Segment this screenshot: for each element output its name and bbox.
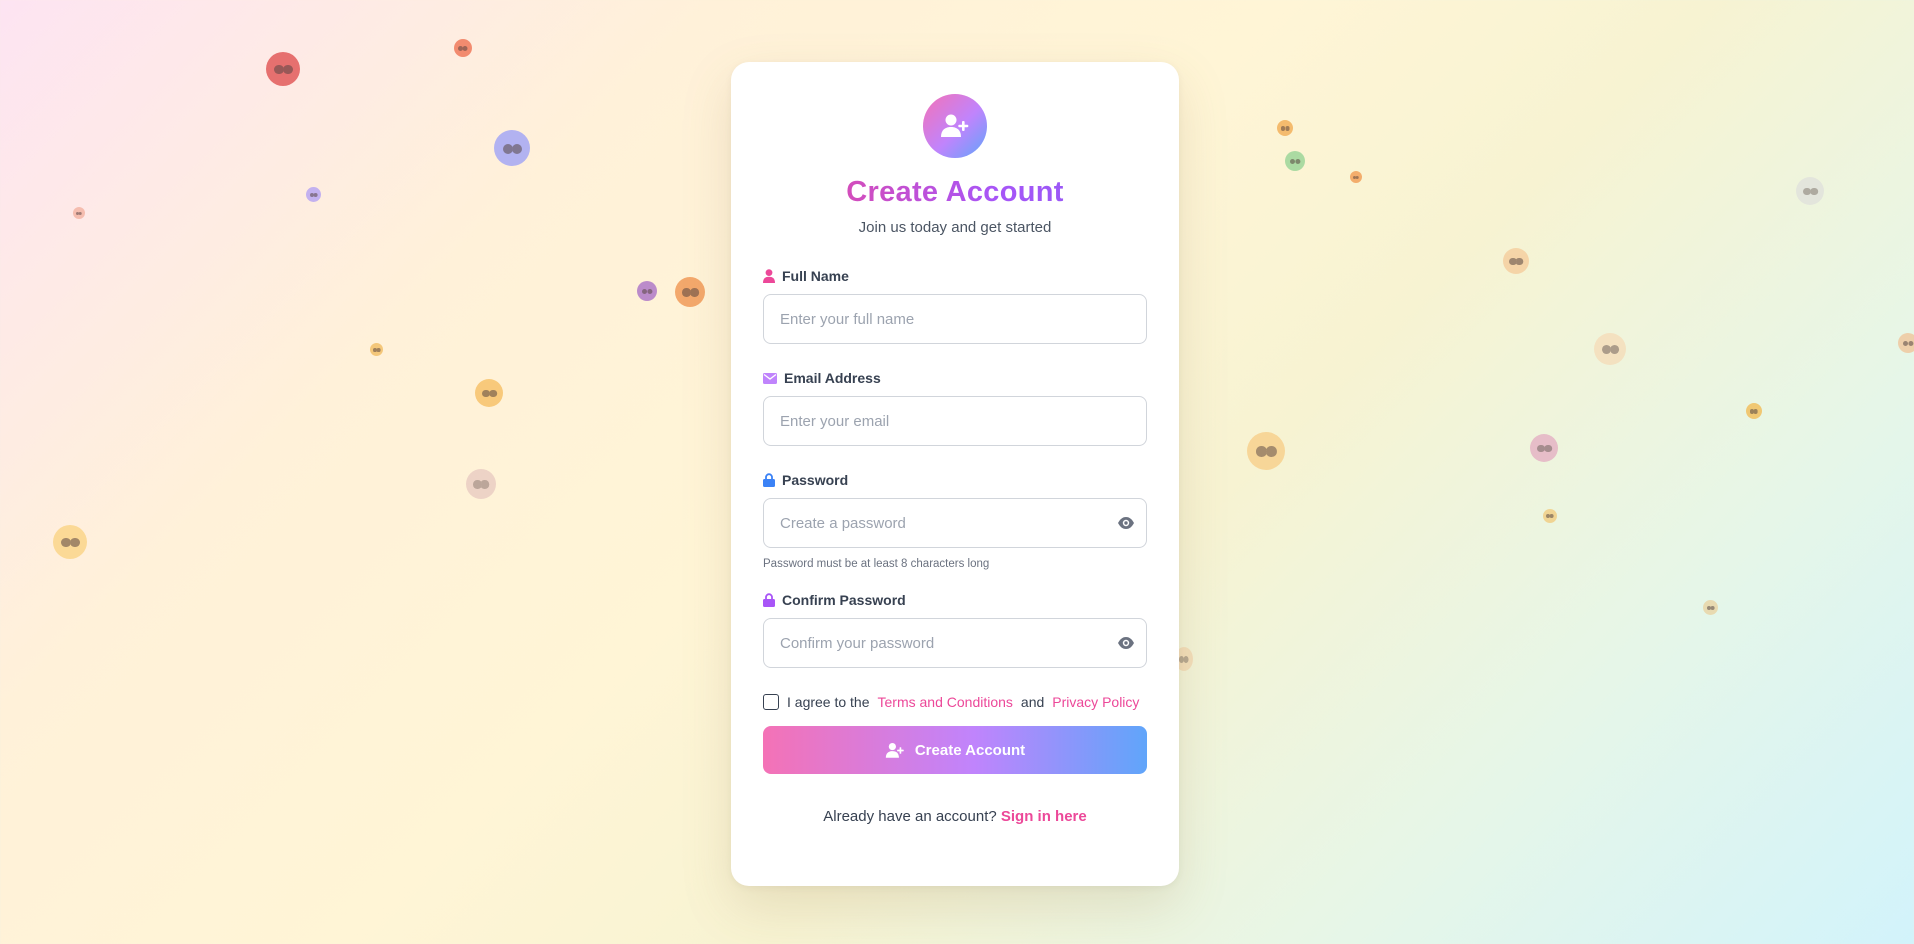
terms-agreement: I agree to the Terms and Conditions and … — [763, 694, 1147, 710]
email-label: Email Address — [763, 370, 1147, 386]
star-struck-face-icon — [675, 277, 705, 307]
password-label: Password — [763, 472, 1147, 488]
create-account-button[interactable]: Create Account — [763, 726, 1147, 774]
terms-link[interactable]: Terms and Conditions — [878, 694, 1013, 710]
user-icon — [763, 269, 775, 283]
coin-face-icon — [1543, 509, 1557, 523]
full-name-field: Full Name — [763, 268, 1147, 344]
password-hint: Password must be at least 8 characters l… — [763, 558, 990, 570]
user-plus-icon — [885, 742, 904, 758]
crying-face-icon — [466, 469, 496, 499]
confirm-password-input-wrap — [763, 618, 1147, 668]
signin-link[interactable]: Sign in here — [1001, 808, 1087, 825]
full-name-label: Full Name — [763, 268, 1147, 284]
password-label-text: Password — [782, 472, 849, 488]
cookie-face-icon — [1277, 120, 1293, 136]
smiling-face-icon — [1247, 432, 1285, 470]
envelope-icon — [763, 372, 777, 384]
page-subtitle: Join us today and get started — [858, 219, 1052, 236]
full-name-label-text: Full Name — [782, 268, 849, 284]
rainbow-icon — [1350, 171, 1362, 183]
lock-icon — [763, 593, 775, 607]
confirm-password-input[interactable] — [763, 618, 1147, 668]
signin-prompt: Already have an account? Sign in here — [763, 808, 1147, 825]
user-plus-icon — [923, 94, 987, 158]
grinning-face-icon — [53, 525, 87, 559]
lock-icon — [763, 473, 775, 487]
password-field: Password Password must be at least 8 cha… — [763, 472, 1147, 570]
alien-face-icon — [1285, 151, 1305, 171]
create-account-button-label: Create Account — [914, 741, 1026, 759]
email-field: Email Address — [763, 370, 1147, 446]
peach-face-icon — [73, 207, 85, 219]
pumpkin-face-icon — [454, 39, 472, 57]
email-input-wrap — [763, 396, 1147, 446]
wink-face-icon — [1530, 434, 1558, 462]
signup-card: Create Account Join us today and get sta… — [731, 62, 1179, 886]
smile-face-icon — [370, 343, 383, 356]
password-input[interactable] — [763, 498, 1147, 548]
nail-polish-face-icon — [637, 281, 657, 301]
confirm-password-field: Confirm Password — [763, 592, 1147, 668]
eye-icon[interactable] — [1117, 635, 1135, 651]
small-face-icon — [306, 187, 321, 202]
agree-prefix: I agree to the — [787, 694, 870, 710]
password-input-wrap — [763, 498, 1147, 548]
user-plus-icon-glyph — [941, 114, 969, 137]
signin-prompt-text: Already have an account? — [823, 808, 997, 825]
partial-face-icon — [1898, 333, 1914, 353]
laughing-face-icon — [1503, 248, 1529, 274]
dizzy-face-icon — [1594, 333, 1626, 365]
skull-icon — [1796, 177, 1824, 205]
confirm-password-label-text: Confirm Password — [782, 592, 906, 608]
privacy-link[interactable]: Privacy Policy — [1052, 694, 1139, 710]
flower-face-icon — [1703, 600, 1718, 615]
agree-and: and — [1020, 694, 1045, 710]
terms-checkbox[interactable] — [763, 694, 779, 710]
email-label-text: Email Address — [784, 370, 881, 386]
full-name-input-wrap — [763, 294, 1147, 344]
confirm-password-label: Confirm Password — [763, 592, 1147, 608]
star-icon — [1746, 403, 1762, 419]
email-input[interactable] — [763, 396, 1147, 446]
angry-face-icon — [266, 52, 300, 86]
grimacing-face-icon — [494, 130, 530, 166]
screaming-face-icon — [475, 379, 503, 407]
page-title: Create Account — [763, 176, 1147, 209]
eye-icon[interactable] — [1117, 515, 1135, 531]
full-name-input[interactable] — [763, 294, 1147, 344]
